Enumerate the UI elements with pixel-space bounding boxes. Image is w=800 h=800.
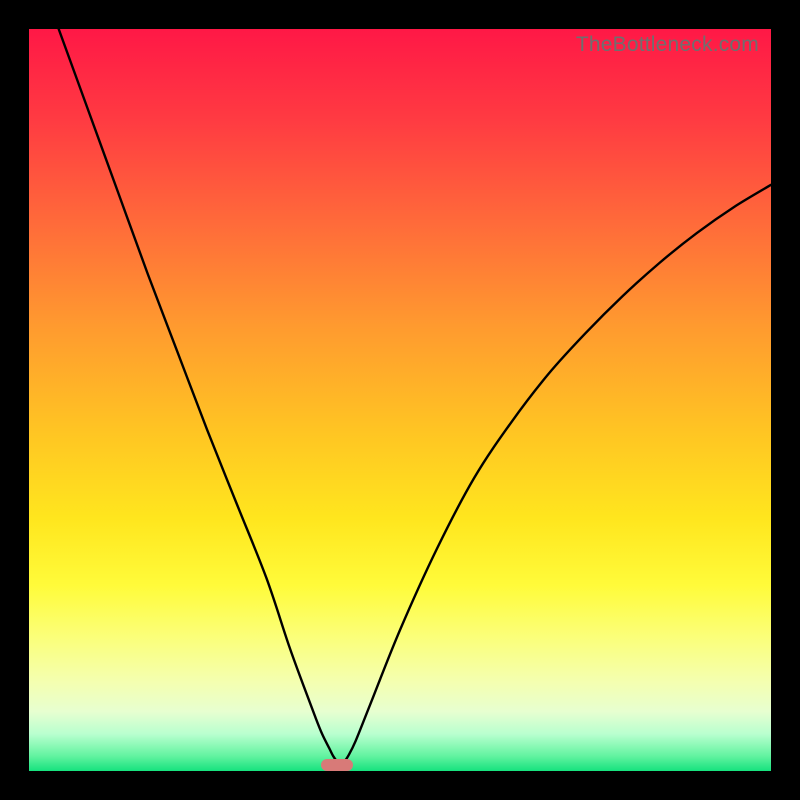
curve-path (59, 29, 771, 765)
chart-frame: TheBottleneck.com (0, 0, 800, 800)
optimum-marker (321, 759, 352, 771)
plot-area: TheBottleneck.com (29, 29, 771, 771)
bottleneck-curve (29, 29, 771, 771)
